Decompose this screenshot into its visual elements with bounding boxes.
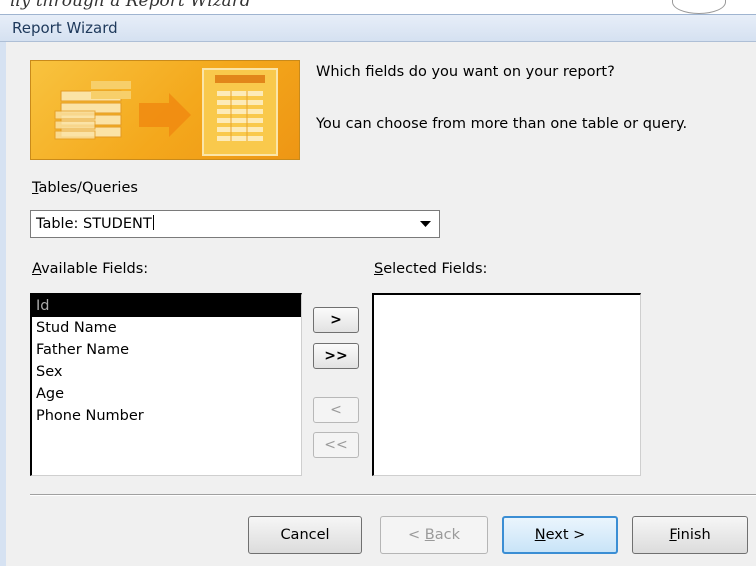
next-button-label: ext > [545, 527, 586, 543]
footer-divider [30, 494, 756, 496]
list-item-age[interactable]: Age [32, 383, 301, 405]
selected-fields-label-text: elected Fields: [383, 261, 488, 277]
finish-button-label: inish [676, 527, 711, 543]
selected-fields-list[interactable] [372, 293, 641, 476]
wizard-hint: You can choose from more than one table … [316, 116, 688, 132]
cancel-button[interactable]: Cancel [248, 516, 362, 554]
selected-fields-accesskey: S [374, 261, 384, 277]
wizard-graphic-icon [54, 68, 278, 156]
back-button-accesskey: B [424, 527, 435, 543]
tables-queries-value-text: Table: STUDENT [36, 216, 152, 232]
page-header-fragment: ily through a Report Wizard [0, 0, 756, 14]
list-item-phone-number[interactable]: Phone Number [32, 405, 301, 427]
report-wizard-illustration [30, 60, 300, 160]
selected-fields-label: Selected Fields: [374, 261, 487, 277]
back-button-label: ack [434, 527, 460, 543]
back-button[interactable]: < Back [380, 516, 488, 554]
add-field-button[interactable]: > [313, 307, 359, 333]
next-button[interactable]: Next > [502, 516, 618, 554]
page-header-decoration [672, 0, 726, 14]
dropdown-arrow-icon[interactable] [413, 211, 439, 237]
available-fields-label: Available Fields: [32, 261, 148, 277]
finish-button-accesskey: F [669, 527, 677, 543]
list-item-stud-name[interactable]: Stud Name [32, 317, 301, 339]
tables-queries-value[interactable]: Table: STUDENT [36, 215, 154, 232]
list-item-father-name[interactable]: Father Name [32, 339, 301, 361]
available-fields-list[interactable]: Id Stud Name Father Name Sex Age Phone N… [30, 293, 302, 476]
tables-queries-label-text: ables/Queries [38, 180, 138, 196]
finish-button[interactable]: Finish [632, 516, 748, 554]
list-item-sex[interactable]: Sex [32, 361, 301, 383]
available-fields-label-text: vailable Fields: [41, 261, 149, 277]
available-fields-accesskey: A [32, 261, 42, 277]
list-item-id[interactable]: Id [32, 295, 301, 317]
remove-field-button[interactable]: < [313, 397, 359, 423]
next-button-accesskey: N [534, 527, 546, 543]
wizard-question: Which fields do you want on your report? [316, 64, 615, 80]
text-cursor [152, 215, 154, 230]
back-button-prefix: < [408, 527, 425, 543]
tables-queries-label: Tables/Queries [32, 180, 138, 196]
add-all-fields-button[interactable]: >> [313, 343, 359, 369]
remove-all-fields-button[interactable]: << [313, 432, 359, 458]
dialog-title: Report Wizard [12, 19, 118, 37]
dialog-titlebar[interactable]: Report Wizard [0, 14, 756, 42]
tables-queries-combobox[interactable]: Table: STUDENT [30, 210, 440, 238]
page-header-text: ily through a Report Wizard [10, 0, 251, 11]
